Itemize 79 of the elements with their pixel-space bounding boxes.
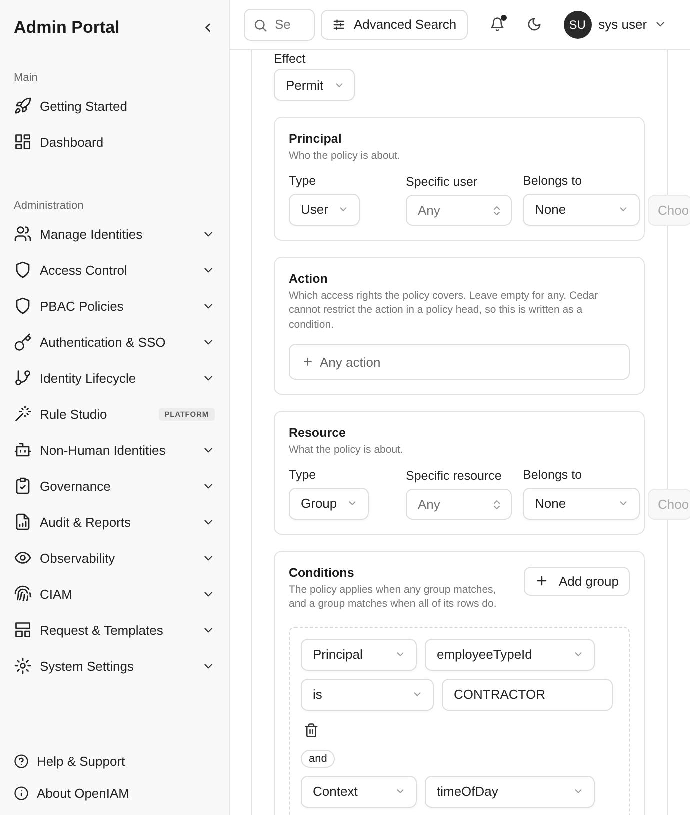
select-field[interactable]: Permit [274,69,355,101]
nav-item[interactable]: Getting Started [0,88,229,124]
field-label: Belongs to [523,174,584,188]
nav-item[interactable]: Help & Support [0,745,229,777]
nav-item[interactable]: CIAM [0,576,229,612]
section-heading: Main [13,71,39,86]
shield-icon [14,261,32,279]
section-title: Principal [289,132,343,146]
select-field[interactable]: is [301,678,434,710]
combo-field[interactable]: Any [406,488,512,520]
select-field[interactable]: Group [289,488,370,520]
nav-item[interactable]: Identity Lifecycle [0,360,229,396]
add-group-button[interactable]: Add group [524,566,630,596]
section-description: Which access rights the policy covers. Leave empty for any. Cedar cannot restrict the action in a policy head, so this is written as a condition. [289,288,600,332]
search-field[interactable]: Se [244,8,315,40]
connector-chip[interactable]: and [301,750,336,768]
key-icon [14,333,32,351]
layout-icon [14,621,32,639]
select-field[interactable]: employeeTypeId [425,638,595,670]
field-label: Belongs to [523,468,584,482]
magic-wand-icon [14,405,32,423]
shield-icon [14,297,32,315]
users-icon [14,225,32,243]
sliders-icon [332,18,346,32]
section-title: Conditions [289,566,356,580]
advanced-search-button[interactable]: Advanced Search [321,10,468,40]
info-icon [14,786,29,800]
eye-icon [14,549,32,567]
nav-item[interactable]: Non-Human Identities [0,432,229,468]
section-description: What the policy is about. [289,443,404,458]
app-title: Admin Portal [14,18,120,38]
nav-item[interactable]: Request & Templates [0,612,229,648]
grid-icon [14,133,32,151]
clipboard-check-icon [14,477,32,495]
nav-item[interactable]: Authentication & SSO [0,324,229,360]
nav-item[interactable]: Observability [0,540,229,576]
robot-icon [14,441,32,459]
search-icon [253,18,268,32]
select-field[interactable]: Context [301,776,417,808]
section-title: Action [289,272,329,286]
trash-icon [304,722,319,738]
updown-icon [491,204,503,216]
section-title: Resource [289,426,347,440]
user-menu-button[interactable]: SU sys user [564,10,668,38]
select-field[interactable]: timeOfDay [425,776,595,808]
field-label: Specific resource [406,468,503,482]
file-chart-icon [14,513,32,531]
nav-item[interactable]: About OpenIAM [0,777,229,809]
section-description: Who the policy is about. [289,149,402,164]
updown-icon [491,498,503,510]
nav-item[interactable]: Manage Identities [0,216,229,252]
select-field[interactable]: None [523,488,640,520]
nav-item[interactable]: Audit & Reports [0,504,229,540]
plus-icon [535,574,549,588]
plus-icon [302,356,314,368]
nav-item[interactable]: Governance [0,468,229,504]
nav-item[interactable]: Access Control [0,252,229,288]
section-heading: Administration [13,199,85,214]
moon-icon [526,17,542,32]
nav-item[interactable]: Dashboard [0,124,229,160]
select-field[interactable]: User [289,194,360,226]
add-action-button[interactable]: Any action [289,344,630,380]
select-field[interactable]: Principal [301,638,417,670]
fingerprint-icon [14,585,32,603]
field-label: Effect [274,51,307,66]
field-label: Type [289,468,318,482]
rocket-icon [14,97,32,115]
combo-field[interactable]: Any [406,194,512,226]
value-field[interactable]: CONTRACTOR [442,678,613,710]
bell-icon [490,17,505,32]
section-description: The policy applies when any group matches, and a group matches when all of its rows do. [289,582,498,612]
branch-icon [14,369,32,387]
field-label: Specific user [406,174,479,188]
help-icon [14,754,29,768]
select-field[interactable]: None [523,194,640,226]
nav-item[interactable]: PBAC Policies [0,288,229,324]
field-label: Type [289,174,318,188]
nav-item[interactable]: System Settings [0,648,229,684]
user-avatar: SU [564,10,592,38]
